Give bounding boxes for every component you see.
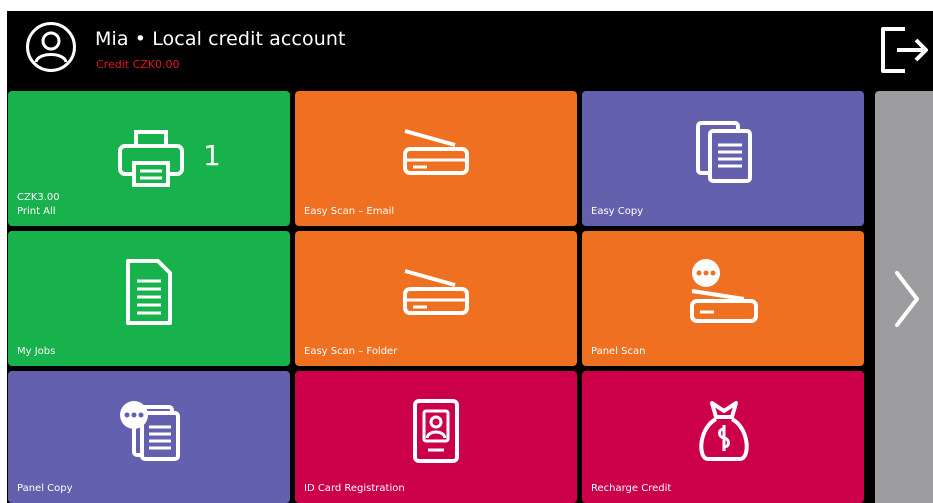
- print-all-price: CZK3.00: [17, 192, 60, 203]
- tile-label: Easy Scan – Folder: [304, 346, 398, 357]
- print-job-count: 1: [203, 139, 221, 172]
- panel-copy-icon: [120, 401, 180, 461]
- tile-label: Easy Copy: [591, 206, 644, 217]
- user-avatar-icon: [26, 22, 76, 72]
- scanner-icon: [403, 129, 469, 175]
- credit-balance: Credit CZK0.00: [96, 58, 180, 71]
- tile-label: Panel Copy: [17, 483, 73, 494]
- panel-scanner-icon: [690, 259, 758, 323]
- terminal-screen: Mia • Local credit account Credit CZK0.0…: [7, 11, 933, 503]
- tile-panel-copy[interactable]: Panel Copy: [8, 371, 290, 503]
- tile-label: ID Card Registration: [304, 483, 405, 494]
- document-icon: [126, 259, 172, 325]
- chevron-right-icon: [895, 271, 919, 327]
- tile-label: Panel Scan: [591, 346, 646, 357]
- copy-document-icon: [696, 121, 752, 183]
- tile-print-all[interactable]: 1 CZK3.00 Print All: [8, 91, 290, 226]
- money-bag-icon: [699, 401, 749, 461]
- tile-easy-scan-email[interactable]: Easy Scan – Email: [295, 91, 577, 226]
- tile-label: Print All: [17, 206, 56, 217]
- tile-recharge-credit[interactable]: Recharge Credit: [582, 371, 864, 503]
- tile-easy-copy[interactable]: Easy Copy: [582, 91, 864, 226]
- tile-id-card-registration[interactable]: ID Card Registration: [295, 371, 577, 503]
- tile-my-jobs[interactable]: My Jobs: [8, 231, 290, 366]
- id-card-icon: [413, 399, 459, 463]
- header: Mia • Local credit account Credit CZK0.0…: [7, 11, 933, 91]
- tile-label: Easy Scan – Email: [304, 206, 395, 217]
- account-title: Mia • Local credit account: [95, 28, 346, 50]
- logout-icon[interactable]: [875, 21, 931, 79]
- tile-label: Recharge Credit: [591, 483, 672, 494]
- tile-label: My Jobs: [17, 346, 56, 357]
- tile-panel-scan[interactable]: Panel Scan: [582, 231, 864, 366]
- next-page-button[interactable]: [875, 91, 933, 503]
- tile-easy-scan-folder[interactable]: Easy Scan – Folder: [295, 231, 577, 366]
- scanner-icon: [403, 269, 469, 315]
- printer-icon: [118, 130, 184, 187]
